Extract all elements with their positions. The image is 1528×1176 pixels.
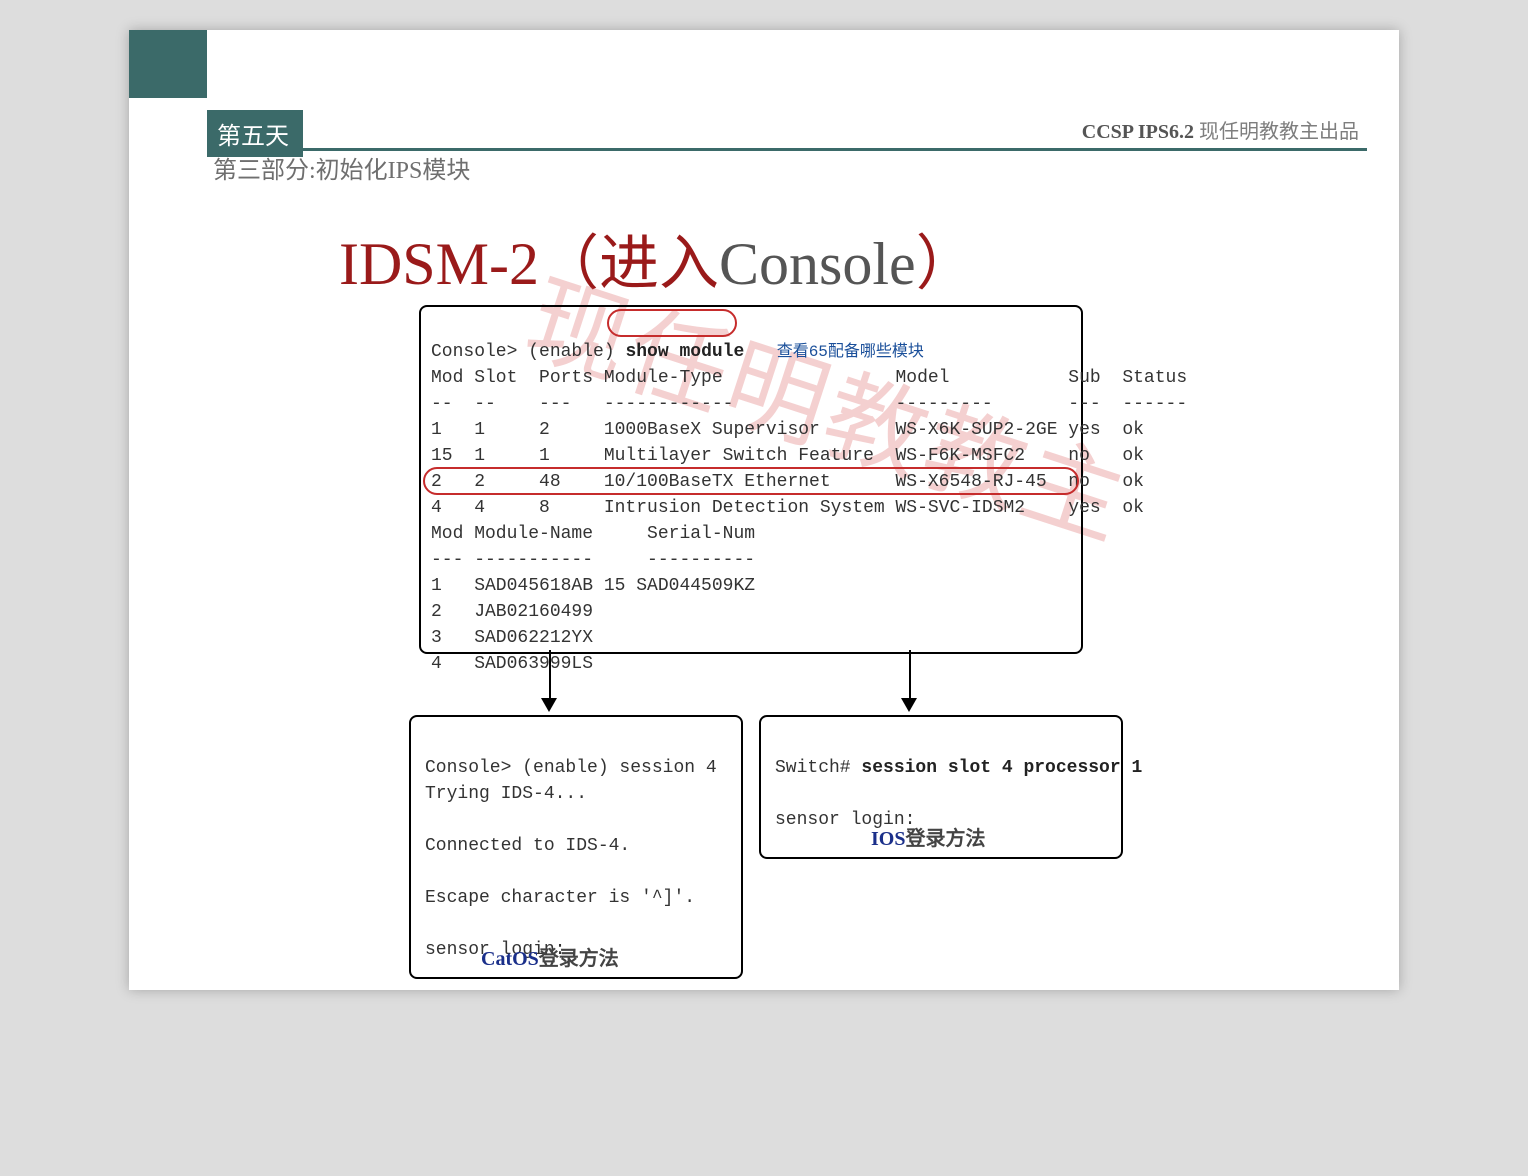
leftbox-content: Console> (enable) session 4 Trying IDS-4… <box>425 729 717 963</box>
left-l6: Escape character is '^]'. <box>425 888 695 908</box>
top-row2-1: 2 JAB02160499 <box>431 602 593 622</box>
paren-close: ） <box>916 231 976 297</box>
left-l4: Connected to IDS-4. <box>425 836 630 856</box>
top-row2-0: 1 SAD045618AB 15 SAD044509KZ <box>431 576 755 596</box>
top-note: 查看65配备哪些模块 <box>777 343 924 361</box>
top-sep2: --- ----------- ---------- <box>431 550 755 570</box>
leftbox: Console> (enable) session 4 Trying IDS-4… <box>409 715 743 979</box>
course-label: CCSP IPS6.2 现任明教教主出品 <box>1082 115 1359 144</box>
rightbox-caption: IOS登录方法 <box>871 822 985 851</box>
leftbox-caption: CatOS登录方法 <box>481 942 619 971</box>
course-tail: 现任明教教主出品 <box>1194 121 1359 143</box>
top-row-3: 4 4 8 Intrusion Detection System WS-SVC-… <box>431 498 1144 518</box>
section-title: 第三部分:初始化IPS模块 <box>213 150 470 185</box>
arrow-right-head-icon <box>901 698 917 712</box>
red-circle-cmd <box>607 309 737 337</box>
top-row-1: 15 1 1 Multilayer Switch Feature WS-F6K-… <box>431 446 1144 466</box>
title-main: IDSM-2 <box>339 231 539 297</box>
rightbox: Switch# session slot 4 processor 1 senso… <box>759 715 1123 859</box>
top-sep: -- -- --- ------------ --------- --- ---… <box>431 394 1187 414</box>
slide-title: IDSM-2（进入Console） <box>339 215 976 302</box>
topbox-content: Console> (enable) show module 查看65配备哪些模块… <box>431 313 1187 677</box>
red-circle-row <box>423 467 1079 495</box>
arrow-left-head-icon <box>541 698 557 712</box>
top-prompt: Console> (enable) <box>431 342 615 362</box>
topbox: Console> (enable) show module 查看65配备哪些模块… <box>419 305 1083 654</box>
course-bold: CCSP IPS6.2 <box>1082 121 1194 143</box>
accent-block <box>129 30 207 98</box>
rightbox-content: Switch# session slot 4 processor 1 senso… <box>775 729 1142 833</box>
right-cap-zh: 登录方法 <box>905 828 985 850</box>
top-cmd: show module <box>625 342 744 362</box>
left-cap-zh: 登录方法 <box>539 948 619 970</box>
left-l2: Trying IDS-4... <box>425 784 587 804</box>
right-l1-pre: Switch# <box>775 758 861 778</box>
top-hdr: Mod Slot Ports Module-Type Model Sub Sta… <box>431 368 1187 388</box>
top-hdr2: Mod Module-Name Serial-Num <box>431 524 755 544</box>
arrow-left-line <box>549 650 551 700</box>
title-zh: 进入 <box>599 231 719 297</box>
paren-open: （ <box>539 231 599 297</box>
arrow-right-line <box>909 650 911 700</box>
left-cap-en: CatOS <box>481 948 539 970</box>
title-tail: Console <box>719 231 916 297</box>
top-row2-3: 4 SAD063999LS <box>431 654 593 674</box>
left-l1: Console> (enable) session 4 <box>425 758 717 778</box>
top-row-0: 1 1 2 1000BaseX Supervisor WS-X6K-SUP2-2… <box>431 420 1144 440</box>
right-l1-cmd: session slot 4 processor 1 <box>861 758 1142 778</box>
right-cap-en: IOS <box>871 828 905 850</box>
top-row2-2: 3 SAD062212YX <box>431 628 593 648</box>
